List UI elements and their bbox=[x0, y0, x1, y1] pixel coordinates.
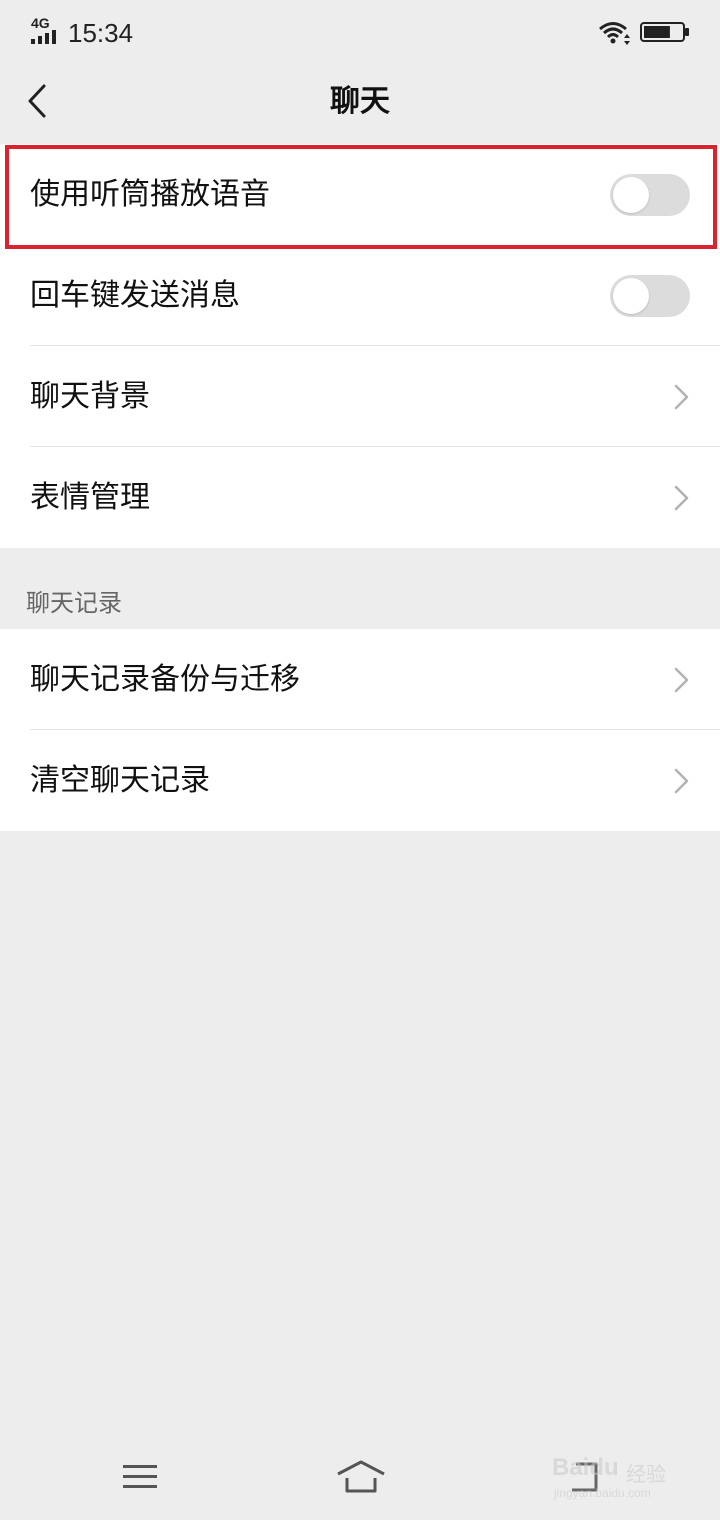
battery-icon bbox=[640, 22, 689, 42]
watermark-brand: Baidu bbox=[552, 1454, 619, 1481]
chevron-right-icon bbox=[674, 384, 689, 410]
back-button[interactable] bbox=[14, 78, 60, 124]
settings-group-chat-history: 聊天记录备份与迁移 清空聊天记录 bbox=[0, 629, 720, 831]
toggle-knob bbox=[613, 177, 649, 213]
chevron-right-icon bbox=[674, 768, 689, 794]
enter-to-send-toggle[interactable] bbox=[610, 275, 690, 317]
network-type-label: 4G bbox=[31, 15, 50, 31]
wifi-icon bbox=[599, 22, 630, 45]
setting-label: 聊天背景 bbox=[30, 379, 150, 414]
navigation-bar: 聊天 bbox=[0, 66, 720, 142]
status-bar: 4G 15:34 bbox=[0, 0, 720, 66]
home-icon[interactable] bbox=[336, 1460, 386, 1494]
watermark-sub: 经验 bbox=[626, 1462, 666, 1486]
setting-label: 使用听筒播放语音 bbox=[30, 177, 270, 212]
setting-label: 表情管理 bbox=[30, 480, 150, 515]
setting-label: 聊天记录备份与迁移 bbox=[30, 662, 300, 697]
chevron-right-icon bbox=[674, 667, 689, 693]
setting-label: 回车键发送消息 bbox=[30, 278, 240, 313]
earpiece-voice-toggle[interactable] bbox=[610, 174, 690, 216]
setting-row-clear-history[interactable]: 清空聊天记录 bbox=[0, 730, 720, 831]
setting-label: 清空聊天记录 bbox=[30, 763, 210, 798]
setting-row-chat-background[interactable]: 聊天背景 bbox=[0, 346, 720, 447]
setting-row-backup-migrate[interactable]: 聊天记录备份与迁移 bbox=[0, 629, 720, 730]
signal-strength-icon bbox=[31, 30, 56, 44]
menu-icon[interactable] bbox=[122, 1463, 158, 1491]
toggle-knob bbox=[613, 278, 649, 314]
setting-row-sticker-management[interactable]: 表情管理 bbox=[0, 447, 720, 548]
section-header-chat-history: 聊天记录 bbox=[26, 589, 122, 617]
setting-row-enter-to-send[interactable]: 回车键发送消息 bbox=[0, 245, 720, 346]
chevron-left-icon bbox=[28, 84, 46, 118]
baidu-watermark: Baidu 经验 jingyan.baidu.com bbox=[552, 1440, 692, 1506]
chevron-right-icon bbox=[674, 485, 689, 511]
setting-row-earpiece-voice[interactable]: 使用听筒播放语音 bbox=[0, 144, 720, 245]
status-time: 15:34 bbox=[68, 18, 134, 48]
settings-group-general: 使用听筒播放语音 回车键发送消息 聊天背景 表情管理 bbox=[0, 144, 720, 548]
watermark-url: jingyan.baidu.com bbox=[554, 1486, 651, 1500]
page-title: 聊天 bbox=[330, 84, 390, 119]
